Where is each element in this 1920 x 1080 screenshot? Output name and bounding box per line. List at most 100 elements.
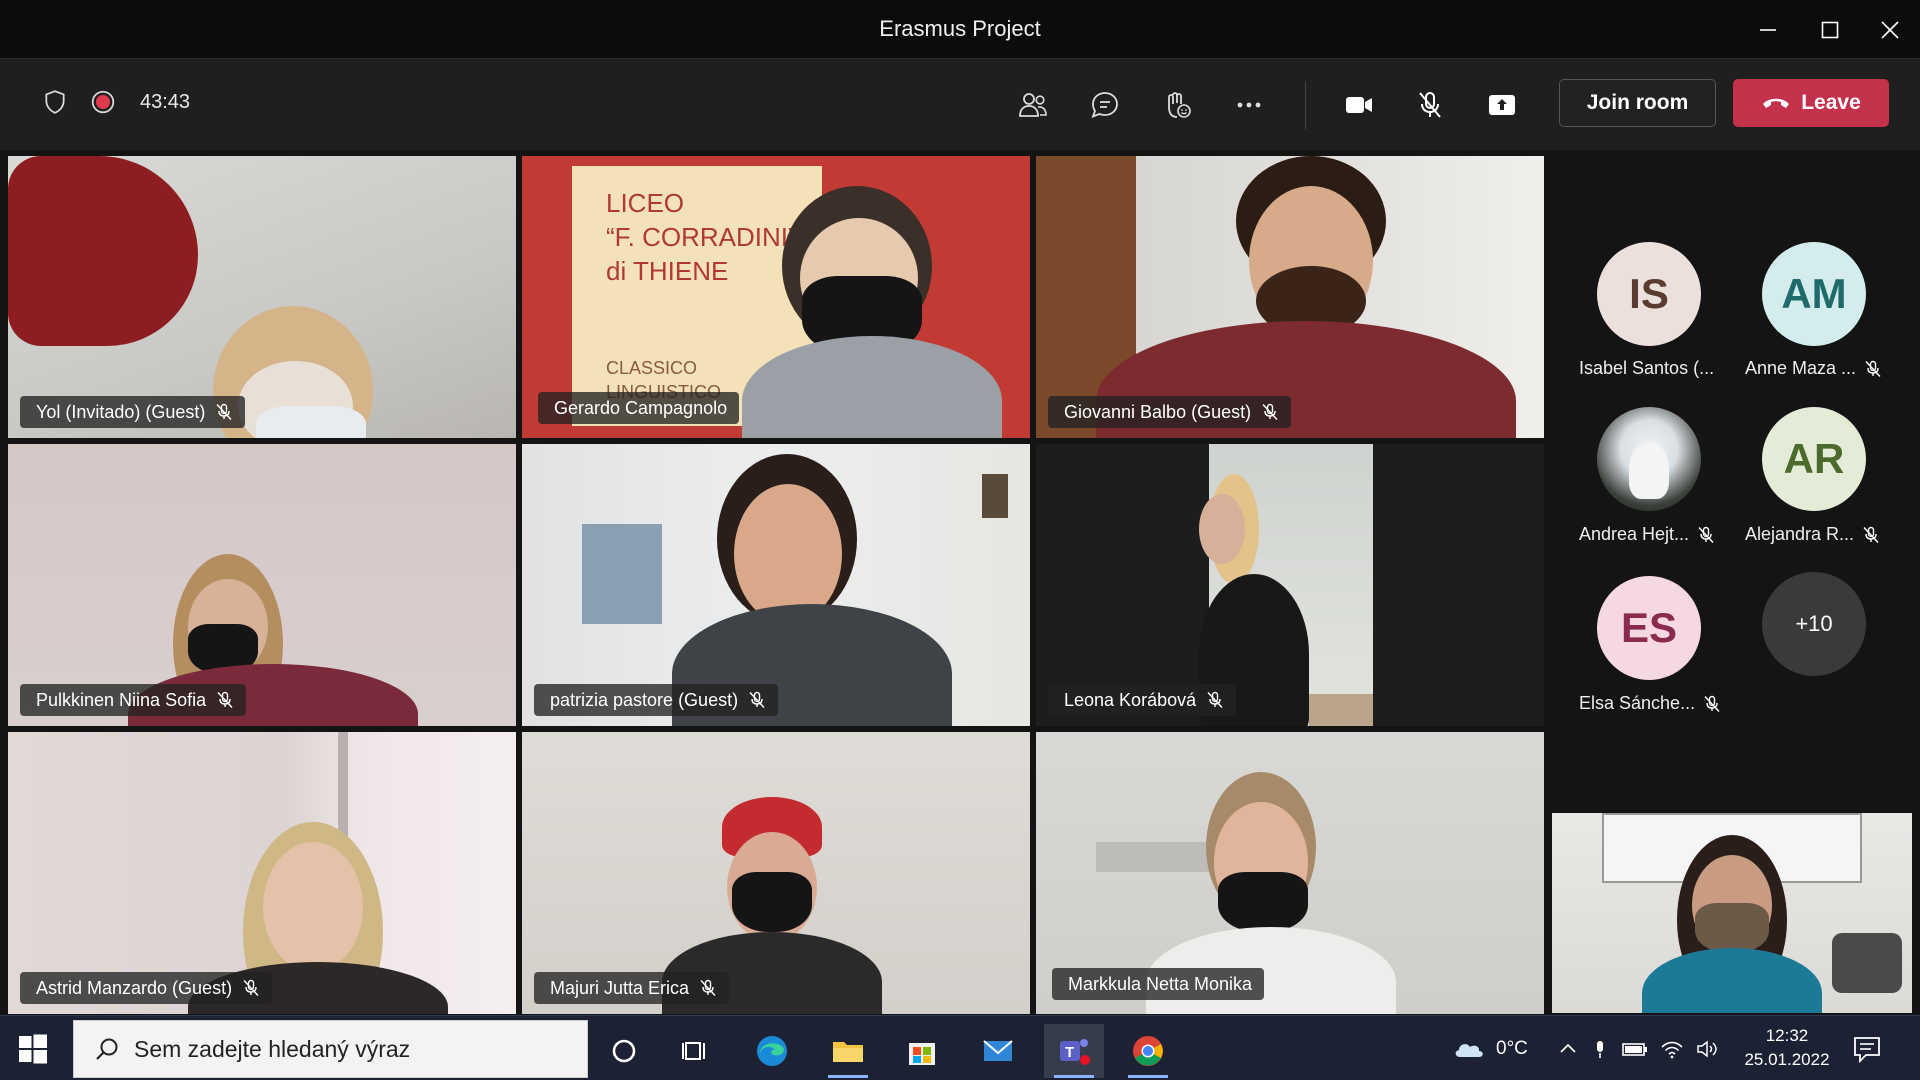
more-participants-button[interactable]: +10 (1762, 572, 1866, 676)
video-tile-gerardo[interactable]: LICEO “F. CORRADINI” di THIENE CLASSICO … (522, 156, 1030, 438)
face-mask (732, 872, 812, 932)
chat-button[interactable] (1085, 85, 1125, 125)
chrome-icon (1133, 1036, 1163, 1066)
recording-icon (91, 90, 115, 114)
video-tile-giovanni[interactable]: Giovanni Balbo (Guest) (1036, 156, 1544, 438)
participants-button[interactable] (1013, 85, 1053, 125)
roster-name-anne: Anne Maza ... (1745, 358, 1915, 379)
chrome-app[interactable] (1118, 1024, 1178, 1078)
participant-name-tag: Gerardo Campagnolo (538, 392, 740, 424)
meeting-toolbar: 43:43 Join room Leave (0, 59, 1920, 150)
close-window-button[interactable] (1862, 0, 1918, 59)
clock-date: 25.01.2022 (1744, 1050, 1830, 1069)
task-view-icon (682, 1042, 705, 1060)
leave-label: Leave (1801, 91, 1861, 114)
participant-face (1199, 494, 1245, 564)
microsoft-store-app[interactable] (892, 1024, 952, 1078)
participant-name: Giovanni Balbo (Guest) (1064, 401, 1252, 422)
share-screen-button[interactable] (1482, 85, 1522, 125)
meeting-status: 43:43 (42, 89, 190, 115)
sign-line-1: LICEO (606, 188, 685, 218)
avatar-isabel[interactable]: IS (1597, 242, 1701, 346)
search-icon (96, 1038, 118, 1060)
window-title: Erasmus Project (879, 16, 1041, 41)
join-room-button[interactable]: Join room (1559, 79, 1716, 127)
chevron-up-icon[interactable] (1558, 1039, 1578, 1059)
taskbar-search[interactable] (73, 1020, 588, 1078)
sign-line-4: CLASSICO (606, 358, 698, 378)
edge-icon (757, 1036, 787, 1066)
windows-start-icon[interactable] (18, 1034, 48, 1064)
wifi-icon[interactable] (1660, 1039, 1684, 1059)
speaker-icon[interactable] (1696, 1039, 1720, 1059)
store-icon (909, 1043, 935, 1065)
more-icon (1237, 102, 1261, 108)
participant-face (263, 842, 363, 972)
video-tile-astrid[interactable]: Astrid Manzardo (Guest) (8, 732, 516, 1014)
participant-name: Gerardo Campagnolo (554, 397, 728, 418)
mic-muted-icon (216, 403, 232, 420)
chair (1832, 933, 1902, 993)
self-view-video[interactable] (1552, 813, 1912, 1013)
video-tile-patrizia[interactable]: patrizia pastore (Guest) (522, 444, 1030, 726)
video-tile-pulkkinen[interactable]: Pulkkinen Niina Sofia (8, 444, 516, 726)
close-icon (1881, 20, 1899, 39)
shield-icon[interactable] (42, 89, 68, 115)
people-icon (1019, 93, 1047, 117)
task-view-button[interactable] (666, 1024, 726, 1078)
avatar-anne[interactable]: AM (1762, 242, 1866, 346)
notification-icon (1854, 1037, 1880, 1064)
search-input[interactable] (134, 1035, 554, 1063)
camera-button[interactable] (1339, 85, 1379, 125)
edge-app[interactable] (742, 1024, 802, 1078)
participant-name-tag: patrizia pastore (Guest) (534, 684, 779, 716)
reactions-button[interactable] (1157, 85, 1197, 125)
sign-line-3: di THIENE (606, 256, 729, 286)
tray-icons (1558, 1016, 1720, 1080)
minimize-icon (1760, 28, 1776, 31)
participant-name-tag: Pulkkinen Niina Sofia (20, 684, 247, 716)
video-tile-markkula[interactable]: Markkula Netta Monika (1036, 732, 1544, 1014)
avatar-andrea-photo[interactable] (1597, 407, 1701, 511)
leave-button[interactable]: Leave (1733, 79, 1889, 127)
mic-muted-icon (217, 691, 233, 708)
avatar-elsa[interactable]: ES (1597, 576, 1701, 680)
video-tile-yol[interactable]: Yol (Invitado) (Guest) (8, 156, 516, 438)
video-tile-majuri[interactable]: Majuri Jutta Erica (522, 732, 1030, 1014)
participant-name: Majuri Jutta Erica (550, 977, 690, 998)
teams-app[interactable]: T (1044, 1024, 1104, 1078)
clock-time: 12:32 (1765, 1026, 1809, 1045)
file-explorer-app[interactable] (818, 1024, 878, 1078)
avatar-figure (1629, 443, 1669, 499)
participant-face (734, 484, 842, 624)
mail-app[interactable] (968, 1024, 1028, 1078)
video-tile-leona[interactable]: Leona Korábová (1036, 444, 1544, 726)
participant-name: Markkula Netta Monika (1068, 973, 1253, 994)
face-mask (256, 406, 366, 438)
participant-name: patrizia pastore (Guest) (550, 689, 739, 710)
mic-muted-icon (1704, 695, 1720, 712)
sign-line-2: “F. CORRADINI” (606, 222, 797, 252)
roster-name-alejandra: Alejandra R... (1745, 524, 1915, 545)
cortana-button[interactable] (594, 1024, 654, 1078)
taskbar-clock[interactable]: 12:32 25.01.2022 (1742, 1024, 1832, 1072)
windows-taskbar: T 0°C 12:32 25.01.2022 (0, 1015, 1920, 1080)
mic-muted-icon (1698, 526, 1714, 543)
notifications-button[interactable] (1852, 1034, 1882, 1064)
avatar-alejandra[interactable]: AR (1762, 407, 1866, 511)
mic-muted-icon (749, 691, 765, 708)
microphone-tray-icon[interactable] (1590, 1038, 1610, 1060)
participant-name-tag: Yol (Invitado) (Guest) (20, 396, 246, 428)
mic-muted-icon (1207, 691, 1223, 708)
roster-name-elsa: Elsa Sánche... (1579, 693, 1749, 714)
participant-name-tag: Majuri Jutta Erica (534, 972, 730, 1004)
weather-temperature[interactable]: 0°C (1496, 1038, 1528, 1060)
battery-icon[interactable] (1622, 1039, 1648, 1059)
weather-cloud-icon[interactable] (1452, 1037, 1486, 1061)
minimize-button[interactable] (1740, 0, 1796, 59)
maximize-button[interactable] (1802, 0, 1858, 59)
microphone-button[interactable] (1410, 85, 1450, 125)
more-options-button[interactable] (1229, 85, 1269, 125)
meeting-timer: 43:43 (140, 90, 191, 113)
video-stage: Yol (Invitado) (Guest) LICEO “F. CORRADI… (0, 150, 1920, 1015)
